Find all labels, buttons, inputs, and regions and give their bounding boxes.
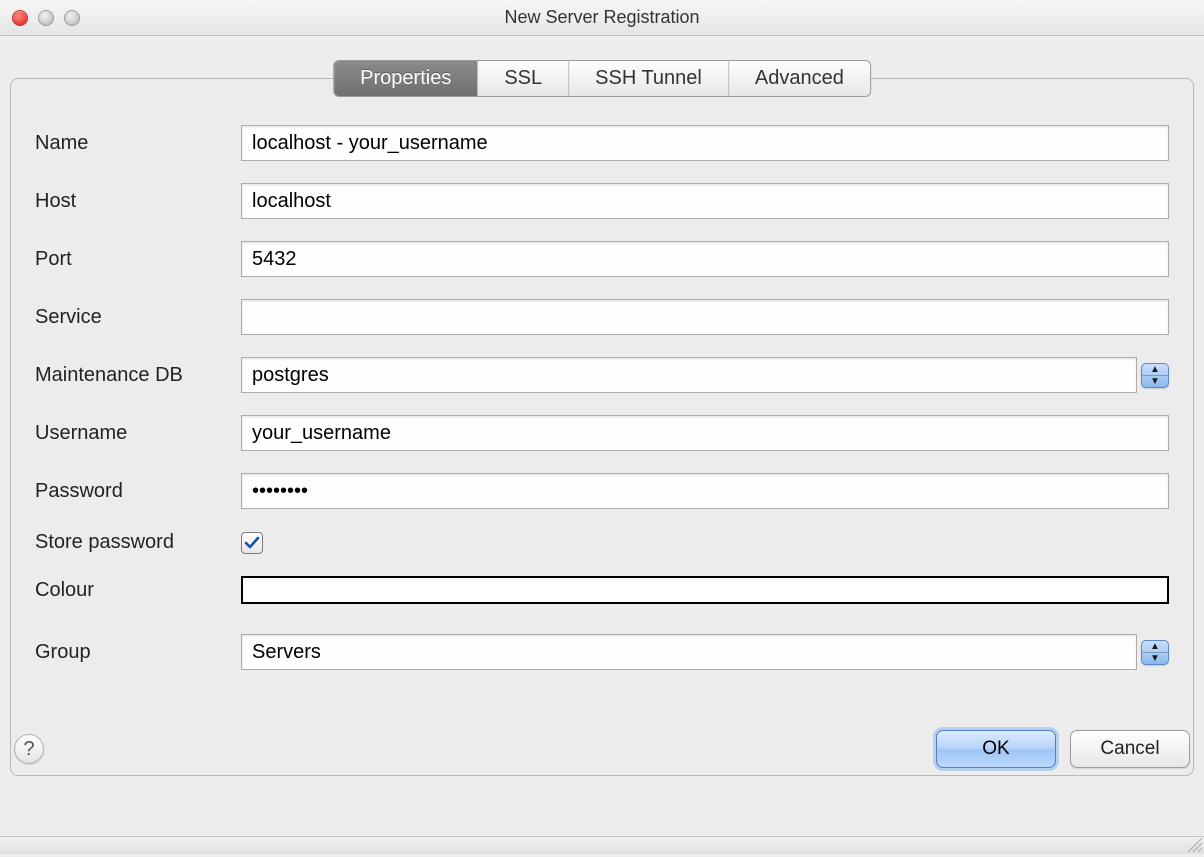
close-icon[interactable]: [12, 10, 28, 26]
traffic-lights: [0, 10, 80, 26]
username-input[interactable]: [241, 415, 1169, 451]
label-port: Port: [35, 248, 241, 271]
password-input[interactable]: [241, 473, 1169, 509]
label-group: Group: [35, 641, 241, 664]
port-input[interactable]: [241, 241, 1169, 277]
label-name: Name: [35, 132, 241, 155]
group-input[interactable]: [241, 634, 1137, 670]
name-input[interactable]: [241, 125, 1169, 161]
row-username: Username: [35, 415, 1169, 451]
tabbar: Properties SSL SSH Tunnel Advanced: [333, 60, 871, 97]
group-stepper[interactable]: ▲ ▼: [1141, 640, 1169, 665]
tab-ssh-tunnel[interactable]: SSH Tunnel: [569, 61, 729, 96]
row-service: Service: [35, 299, 1169, 335]
row-name: Name: [35, 125, 1169, 161]
tab-properties[interactable]: Properties: [334, 61, 478, 96]
chevron-up-icon[interactable]: ▲: [1142, 364, 1168, 376]
row-maintenance-db: Maintenance DB ▲ ▼: [35, 357, 1169, 393]
label-password: Password: [35, 480, 241, 503]
help-button[interactable]: ?: [14, 734, 44, 764]
service-input[interactable]: [241, 299, 1169, 335]
chevron-down-icon[interactable]: ▼: [1142, 376, 1168, 387]
row-password: Password: [35, 473, 1169, 509]
row-port: Port: [35, 241, 1169, 277]
maintenance-db-input[interactable]: [241, 357, 1137, 393]
row-colour: Colour: [35, 576, 1169, 604]
label-username: Username: [35, 422, 241, 445]
content-area: Properties SSL SSH Tunnel Advanced Name …: [0, 36, 1204, 786]
resize-grip-icon[interactable]: [1184, 834, 1202, 852]
ok-button[interactable]: OK: [936, 730, 1056, 768]
label-host: Host: [35, 190, 241, 213]
minimize-icon[interactable]: [38, 10, 54, 26]
row-store-password: Store password: [35, 531, 1169, 554]
label-maintenance-db: Maintenance DB: [35, 364, 241, 387]
zoom-icon[interactable]: [64, 10, 80, 26]
chevron-down-icon[interactable]: ▼: [1142, 653, 1168, 664]
store-password-checkbox[interactable]: [241, 532, 263, 554]
button-row: ? OK Cancel: [14, 730, 1190, 768]
tab-advanced[interactable]: Advanced: [729, 61, 870, 96]
properties-panel: Name Host Port Service Maintenance DB: [10, 78, 1194, 776]
row-host: Host: [35, 183, 1169, 219]
maintenance-db-stepper[interactable]: ▲ ▼: [1141, 363, 1169, 388]
chevron-up-icon[interactable]: ▲: [1142, 641, 1168, 653]
tab-ssl[interactable]: SSL: [478, 61, 569, 96]
host-input[interactable]: [241, 183, 1169, 219]
titlebar: New Server Registration: [0, 0, 1204, 36]
label-service: Service: [35, 306, 241, 329]
row-group: Group ▲ ▼: [35, 634, 1169, 670]
window-title: New Server Registration: [0, 7, 1204, 28]
statusbar: [0, 836, 1204, 854]
label-store-password: Store password: [35, 531, 241, 554]
colour-swatch[interactable]: [241, 576, 1169, 604]
label-colour: Colour: [35, 579, 241, 602]
check-icon: [244, 535, 260, 551]
cancel-button[interactable]: Cancel: [1070, 730, 1190, 768]
